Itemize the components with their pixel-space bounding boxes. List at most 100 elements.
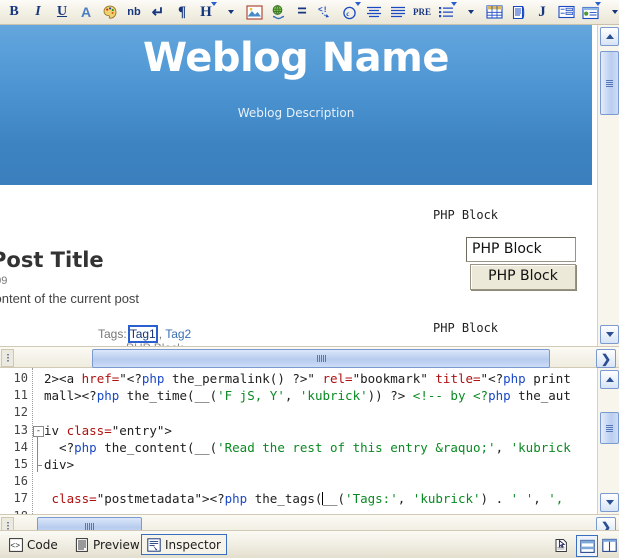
- split-horizontal-icon: [579, 539, 595, 553]
- heading-dropdown-icon[interactable]: [211, 2, 217, 6]
- tab-inspector[interactable]: Inspector: [141, 534, 227, 555]
- tab-preview[interactable]: Preview: [70, 534, 145, 555]
- line-number: 14: [13, 439, 28, 454]
- preview-icon: [75, 537, 89, 552]
- code-token: mall><?: [44, 388, 97, 404]
- code-line[interactable]: div>: [44, 457, 74, 472]
- list-dropdown-arrow-icon[interactable]: [458, 1, 482, 23]
- tab-code[interactable]: <> Code: [4, 534, 63, 555]
- code-line[interactable]: <?php the_content(__('Read the rest of t…: [44, 440, 571, 455]
- line-number: 12: [13, 405, 28, 420]
- php-block-button[interactable]: PHP Block: [470, 264, 576, 290]
- align-center-icon[interactable]: [362, 1, 386, 23]
- preview-scroll-thumb[interactable]: [600, 51, 619, 115]
- bold-icon[interactable]: B: [2, 1, 26, 23]
- split-horizontal-button[interactable]: [576, 535, 598, 557]
- code-token: php: [503, 371, 526, 386]
- code-line[interactable]: 2><a href="<?php the_permalink() ?>" rel…: [44, 371, 571, 386]
- code-token: php: [74, 439, 97, 455]
- insert-table-icon[interactable]: [482, 1, 506, 23]
- view-mode-tabbar: <> Code Preview Inspector: [0, 530, 619, 558]
- horizontal-rule-icon[interactable]: =: [290, 1, 314, 23]
- sidebar-php-block-1: PHP Block: [433, 208, 499, 222]
- editor-scroll-up-button[interactable]: [600, 370, 619, 389]
- heading-dropdown-arrow-icon[interactable]: [218, 1, 242, 23]
- tags-label: Tags:: [98, 327, 127, 341]
- align-justify-icon[interactable]: [386, 1, 410, 23]
- copyright-icon[interactable]: c: [338, 1, 362, 23]
- blog-header-banner: Weblog Name Weblog Description: [0, 25, 592, 185]
- php-block-text-input[interactable]: PHP Block: [466, 237, 576, 262]
- insert-link-icon[interactable]: [266, 1, 290, 23]
- chevron-up-icon: [605, 377, 614, 382]
- underline-icon[interactable]: U: [50, 1, 74, 23]
- line-break-icon[interactable]: ↵: [146, 1, 170, 23]
- form-field-icon[interactable]: [578, 1, 602, 23]
- paragraph-icon[interactable]: ¶: [170, 1, 194, 23]
- code-token: <!-- by <?: [412, 388, 489, 404]
- form-field-dropdown-icon[interactable]: [595, 2, 601, 6]
- split-vertical-button[interactable]: [599, 535, 619, 555]
- heading-icon[interactable]: H: [194, 1, 218, 23]
- post-tags: Tags: Tag1, Tag2: [98, 325, 191, 343]
- preformatted-icon[interactable]: PRE: [410, 1, 434, 23]
- select-tool-button[interactable]: [551, 535, 571, 555]
- code-token: ,: [495, 439, 511, 455]
- code-line[interactable]: class="postmetadata"><?php the_tags(__('…: [44, 491, 564, 507]
- code-token: php: [488, 388, 511, 404]
- nonbreaking-space-icon[interactable]: nb: [122, 1, 146, 23]
- scroll-up-button[interactable]: [600, 27, 619, 46]
- font-color-icon[interactable]: A: [74, 1, 98, 23]
- code-editor[interactable]: 101112131415161718 2><a href="<?php the_…: [0, 368, 619, 514]
- code-token: ,: [284, 388, 300, 404]
- preview-hscroll-right-button[interactable]: ❯: [596, 349, 616, 368]
- copyright-dropdown-icon[interactable]: [355, 2, 361, 6]
- comment-icon[interactable]: <!: [314, 1, 338, 23]
- splitter-handle-left[interactable]: [1, 349, 14, 367]
- insert-image-icon[interactable]: [242, 1, 266, 23]
- cursor-page-icon: [555, 538, 567, 552]
- code-token: the_aut: [510, 388, 571, 404]
- palette-icon[interactable]: [98, 1, 122, 23]
- code-token: <?: [44, 439, 75, 455]
- list-icon[interactable]: [434, 1, 458, 23]
- code-icon: <>: [9, 537, 23, 552]
- editor-scroll-thumb[interactable]: [600, 412, 619, 444]
- code-token: ,: [533, 491, 549, 507]
- line-number: 17: [13, 491, 28, 506]
- code-token: ' ': [510, 491, 534, 507]
- code-token: php: [96, 388, 120, 404]
- svg-text:c: c: [346, 10, 349, 18]
- line-number: 11: [13, 388, 28, 403]
- code-text-area[interactable]: 2><a href="<?php the_permalink() ?>" rel…: [44, 368, 597, 514]
- code-token: the_tags(: [247, 491, 323, 507]
- code-line[interactable]: mall><?php the_time(__('F jS, Y', 'kubri…: [44, 388, 571, 403]
- form-dropdown-arrow-icon[interactable]: [602, 1, 619, 23]
- sidebar-php-block-2: PHP Block: [433, 321, 499, 335]
- javascript-icon[interactable]: J: [530, 1, 554, 23]
- code-fold-toggle[interactable]: -: [33, 425, 44, 437]
- italic-icon[interactable]: I: [26, 1, 50, 23]
- tab-code-label: Code: [27, 537, 58, 552]
- code-token: title=: [435, 371, 481, 386]
- form-icon[interactable]: [554, 1, 578, 23]
- code-token: href=: [81, 371, 120, 386]
- editor-vertical-scrollbar[interactable]: [597, 368, 619, 514]
- code-line[interactable]: iv class="entry">: [44, 423, 172, 438]
- editor-scroll-down-button[interactable]: [600, 493, 619, 512]
- list-dropdown-icon[interactable]: [451, 2, 457, 6]
- code-token: 'kubrick': [299, 388, 368, 404]
- preview-horizontal-scrollbar[interactable]: ❯: [0, 346, 619, 368]
- grip-icon: [316, 355, 326, 362]
- chevron-up-icon: [605, 34, 614, 39]
- design-preview-pane[interactable]: Weblog Name Weblog Description Post Titl…: [0, 25, 619, 346]
- preview-hscroll-thumb[interactable]: [92, 349, 550, 368]
- tag-link-tag2[interactable]: Tag2: [165, 327, 191, 341]
- preview-vertical-scrollbar[interactable]: [597, 25, 619, 346]
- code-token: "bookmark": [352, 371, 436, 386]
- code-token: the_content(__(: [96, 439, 218, 455]
- scroll-down-button[interactable]: [600, 325, 619, 344]
- blog-description: Weblog Description: [237, 106, 355, 120]
- document-icon[interactable]: [506, 1, 530, 23]
- grip-icon: [606, 424, 613, 432]
